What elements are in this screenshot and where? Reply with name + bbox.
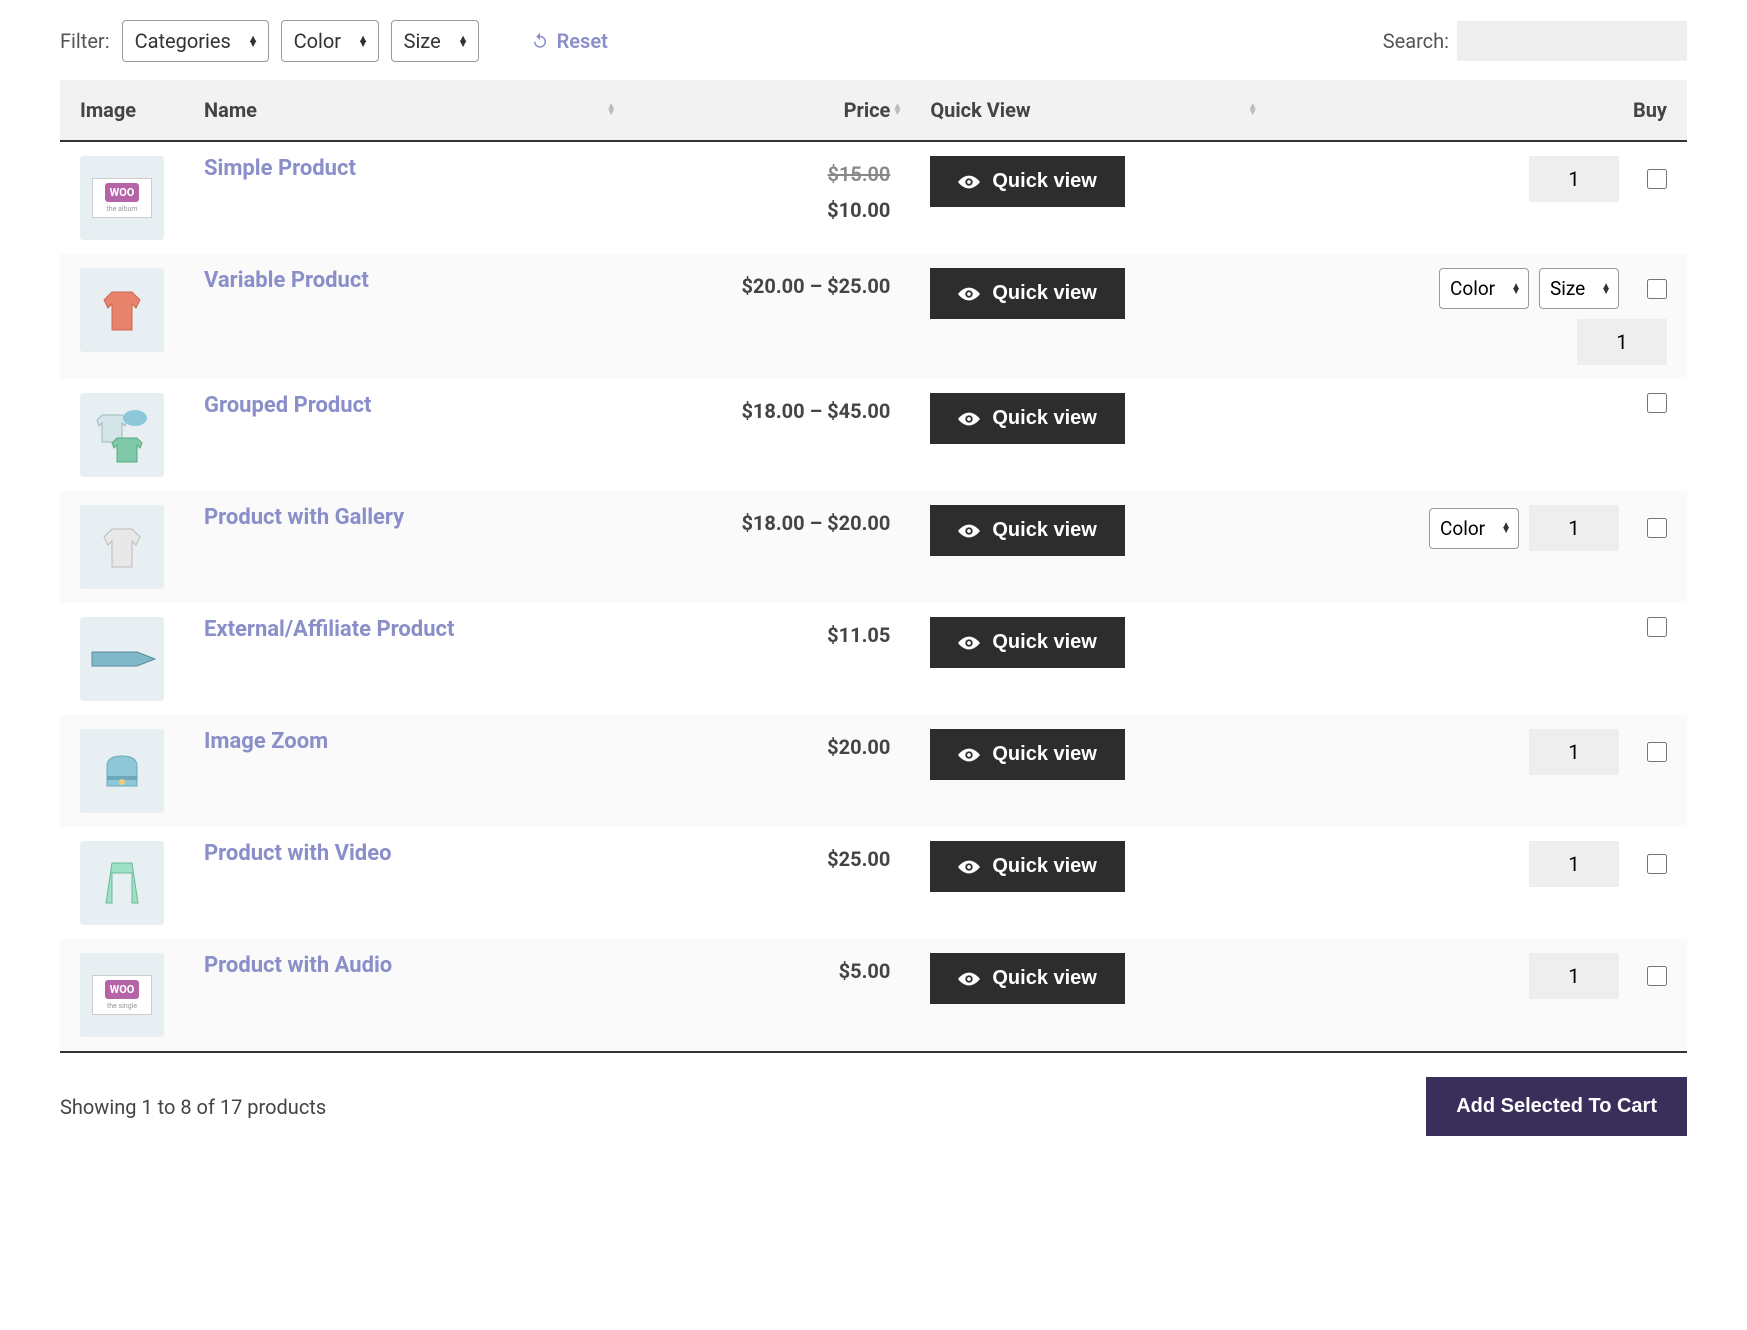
table-row: External/Affiliate Product $11.05 Quick vi… [60,603,1687,715]
variant-color-select[interactable]: Color [1439,268,1529,309]
quick-view-button[interactable]: Quick view [930,156,1125,207]
quick-view-button[interactable]: Quick view [930,729,1125,780]
col-image: Image [60,80,184,141]
quick-view-button[interactable]: Quick view [930,841,1125,892]
product-thumbnail[interactable] [80,268,164,352]
price-value: $18.00 – $20.00 [644,505,890,541]
eye-icon [958,287,980,301]
select-row-checkbox[interactable] [1647,279,1667,299]
product-thumbnail[interactable] [80,505,164,589]
sort-icon: ▲▼ [892,104,902,116]
select-row-checkbox[interactable] [1647,393,1667,413]
select-row-checkbox[interactable] [1647,518,1667,538]
quick-view-button[interactable]: Quick view [930,505,1125,556]
quantity-input[interactable] [1529,841,1619,887]
eye-icon [958,972,980,986]
add-selected-to-cart-button[interactable]: Add Selected To Cart [1426,1077,1687,1136]
product-name-link[interactable]: Product with Gallery [204,505,404,530]
col-name[interactable]: Name▲▼ [184,80,624,141]
product-name-link[interactable]: Image Zoom [204,729,328,754]
quantity-input[interactable] [1529,953,1619,999]
color-filter-select[interactable]: Color [281,20,379,62]
table-row: Variable Product $20.00 – $25.00 Quick vie… [60,254,1687,379]
select-row-checkbox[interactable] [1647,854,1667,874]
select-row-checkbox[interactable] [1647,742,1667,762]
variant-color-select[interactable]: Color [1429,508,1519,549]
product-name-link[interactable]: Grouped Product [204,393,372,418]
variant-size-select[interactable]: Size [1539,268,1619,309]
product-thumbnail[interactable] [80,841,164,925]
select-row-checkbox[interactable] [1647,169,1667,189]
quantity-input[interactable] [1529,156,1619,202]
sort-icon: ▲▼ [606,104,616,116]
quick-view-button[interactable]: Quick view [930,617,1125,668]
table-row: WOOthe album Simple Product $15.00$10.00 Qu… [60,141,1687,254]
table-row: Image Zoom $20.00 Quick view [60,715,1687,827]
product-table: Image Name▲▼ Price▲▼ Quick View▲▼ Buy WO… [60,80,1687,1051]
col-quickview[interactable]: Quick View▲▼ [910,80,1265,141]
quantity-input[interactable] [1529,505,1619,551]
product-thumbnail[interactable]: WOOthe single [80,953,164,1037]
product-name-link[interactable]: Variable Product [204,268,369,293]
filter-label: Filter: [60,29,110,53]
undo-icon [531,32,549,50]
table-row: WOOthe single Product with Audio $5.00 Quic… [60,939,1687,1051]
price-value: $15.00$10.00 [644,156,890,228]
quantity-input[interactable] [1577,319,1667,365]
price-value: $20.00 [644,729,890,765]
price-value: $25.00 [644,841,890,877]
price-value: $5.00 [644,953,890,989]
size-select-wrap: Size ▲▼ [391,20,479,62]
price-value: $20.00 – $25.00 [644,268,890,304]
product-name-link[interactable]: Product with Audio [204,953,392,978]
select-row-checkbox[interactable] [1647,966,1667,986]
table-row: Product with Video $25.00 Quick view [60,827,1687,939]
table-row: Grouped Product $18.00 – $45.00 Quick view [60,379,1687,491]
size-filter-select[interactable]: Size [391,20,479,62]
price-value: $11.05 [644,617,890,653]
price-value: $18.00 – $45.00 [644,393,890,429]
reset-link[interactable]: Reset [531,29,608,53]
quantity-input[interactable] [1529,729,1619,775]
search-wrap: Search: [1383,21,1687,61]
filter-bar: Filter: Categories ▲▼ Color ▲▼ Size ▲▼ R… [60,20,1687,62]
categories-select[interactable]: Categories [122,20,269,62]
quick-view-button[interactable]: Quick view [930,393,1125,444]
eye-icon [958,636,980,650]
col-buy: Buy [1266,80,1687,141]
product-name-link[interactable]: Product with Video [204,841,392,866]
product-thumbnail[interactable]: WOOthe album [80,156,164,240]
sort-icon: ▲▼ [1248,104,1258,116]
search-input[interactable] [1457,21,1687,61]
eye-icon [958,860,980,874]
search-label: Search: [1383,29,1449,53]
table-row: Product with Gallery $18.00 – $20.00 Quick… [60,491,1687,603]
quick-view-button[interactable]: Quick view [930,953,1125,1004]
product-name-link[interactable]: External/Affiliate Product [204,617,454,642]
eye-icon [958,524,980,538]
eye-icon [958,748,980,762]
quick-view-button[interactable]: Quick view [930,268,1125,319]
product-name-link[interactable]: Simple Product [204,156,356,181]
product-thumbnail[interactable] [80,393,164,477]
eye-icon [958,175,980,189]
color-select-wrap: Color ▲▼ [281,20,379,62]
showing-text: Showing 1 to 8 of 17 products [60,1095,326,1119]
select-row-checkbox[interactable] [1647,617,1667,637]
product-thumbnail[interactable] [80,729,164,813]
col-price[interactable]: Price▲▼ [624,80,910,141]
eye-icon [958,412,980,426]
categories-select-wrap: Categories ▲▼ [122,20,269,62]
product-thumbnail[interactable] [80,617,164,701]
